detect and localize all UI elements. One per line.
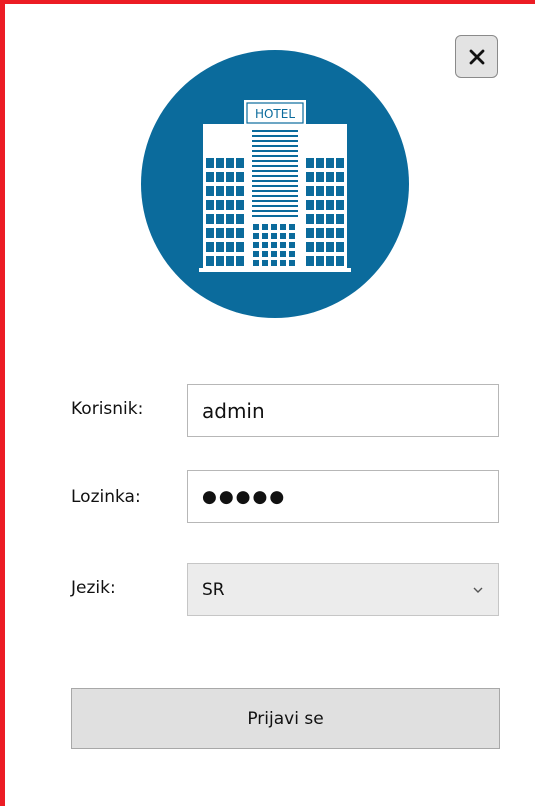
hotel-building-icon: HOTEL (141, 50, 409, 318)
language-selected-value: SR (202, 579, 225, 600)
hotel-sign-text: HOTEL (255, 107, 295, 121)
close-button[interactable] (455, 35, 498, 78)
username-label: Korisnik: (71, 399, 144, 419)
password-input[interactable] (187, 470, 499, 523)
language-select[interactable]: SR (187, 563, 499, 616)
close-icon (469, 49, 484, 64)
password-label: Lozinka: (71, 487, 141, 507)
username-input[interactable] (187, 384, 499, 437)
language-label: Jezik: (71, 578, 116, 598)
hotel-logo: HOTEL (141, 50, 409, 318)
login-button[interactable]: Prijavi se (71, 688, 500, 749)
chevron-down-icon (473, 587, 483, 593)
